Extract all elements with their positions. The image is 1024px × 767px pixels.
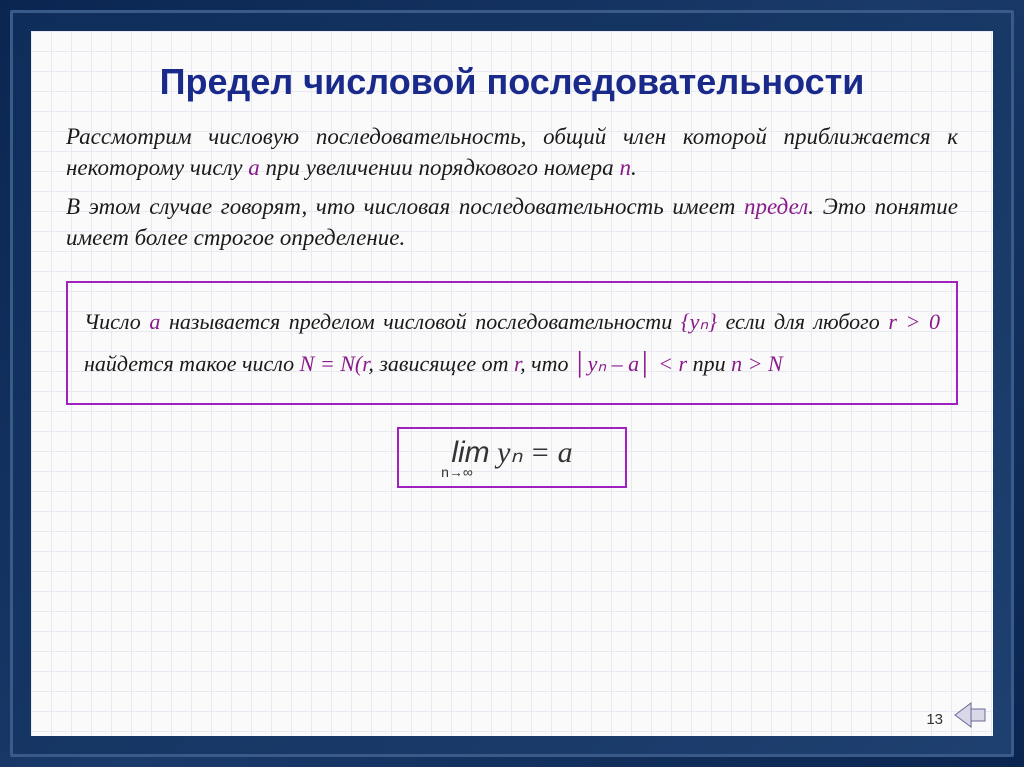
term-limit: предел	[744, 194, 808, 219]
formula-body: yₙ = a	[490, 436, 573, 469]
symbol-yn: {yₙ}	[681, 309, 717, 334]
back-button[interactable]	[953, 700, 987, 730]
symbol-n-gt-N: n > N	[731, 351, 783, 376]
def-text: если для любого	[726, 309, 889, 334]
intro-text: .	[631, 155, 637, 180]
symbol-a: a	[248, 155, 260, 180]
page-title: Предел числовой последовательности	[66, 61, 958, 103]
symbol-r-gt-0: r > 0	[888, 309, 940, 334]
intro-paragraph-2: В этом случае говорят, что числовая посл…	[66, 191, 958, 253]
symbol-a: a	[149, 309, 160, 334]
slide-frame: Предел числовой последовательности Рассм…	[10, 10, 1014, 757]
symbol-n: n	[619, 155, 631, 180]
def-text: , зависящее от	[368, 351, 514, 376]
intro-text: при увеличении порядкового номера	[260, 155, 620, 180]
intro-paragraph-1: Рассмотрим числовую последовательность, …	[66, 121, 958, 183]
intro-text: В этом случае говорят, что числовая посл…	[66, 194, 744, 219]
definition-text: Число a называется пределом числовой пос…	[84, 301, 940, 385]
def-text: Число	[84, 309, 149, 334]
def-text: найдется такое число	[84, 351, 300, 376]
def-text: называется пределом числовой последовате…	[160, 309, 680, 334]
formula-box: lim yₙ = a n→∞	[397, 427, 627, 488]
definition-box: Число a называется пределом числовой пос…	[66, 281, 958, 405]
symbol-N: N = N(r	[300, 351, 369, 376]
content-panel: Предел числовой последовательности Рассм…	[31, 31, 993, 736]
page-number: 13	[926, 711, 943, 728]
back-arrow-icon	[953, 700, 987, 730]
def-text: , что	[520, 351, 574, 376]
def-text: при	[687, 351, 731, 376]
symbol-abs: │yₙ – a│	[574, 351, 653, 376]
symbol-lt-r: < r	[653, 351, 687, 376]
